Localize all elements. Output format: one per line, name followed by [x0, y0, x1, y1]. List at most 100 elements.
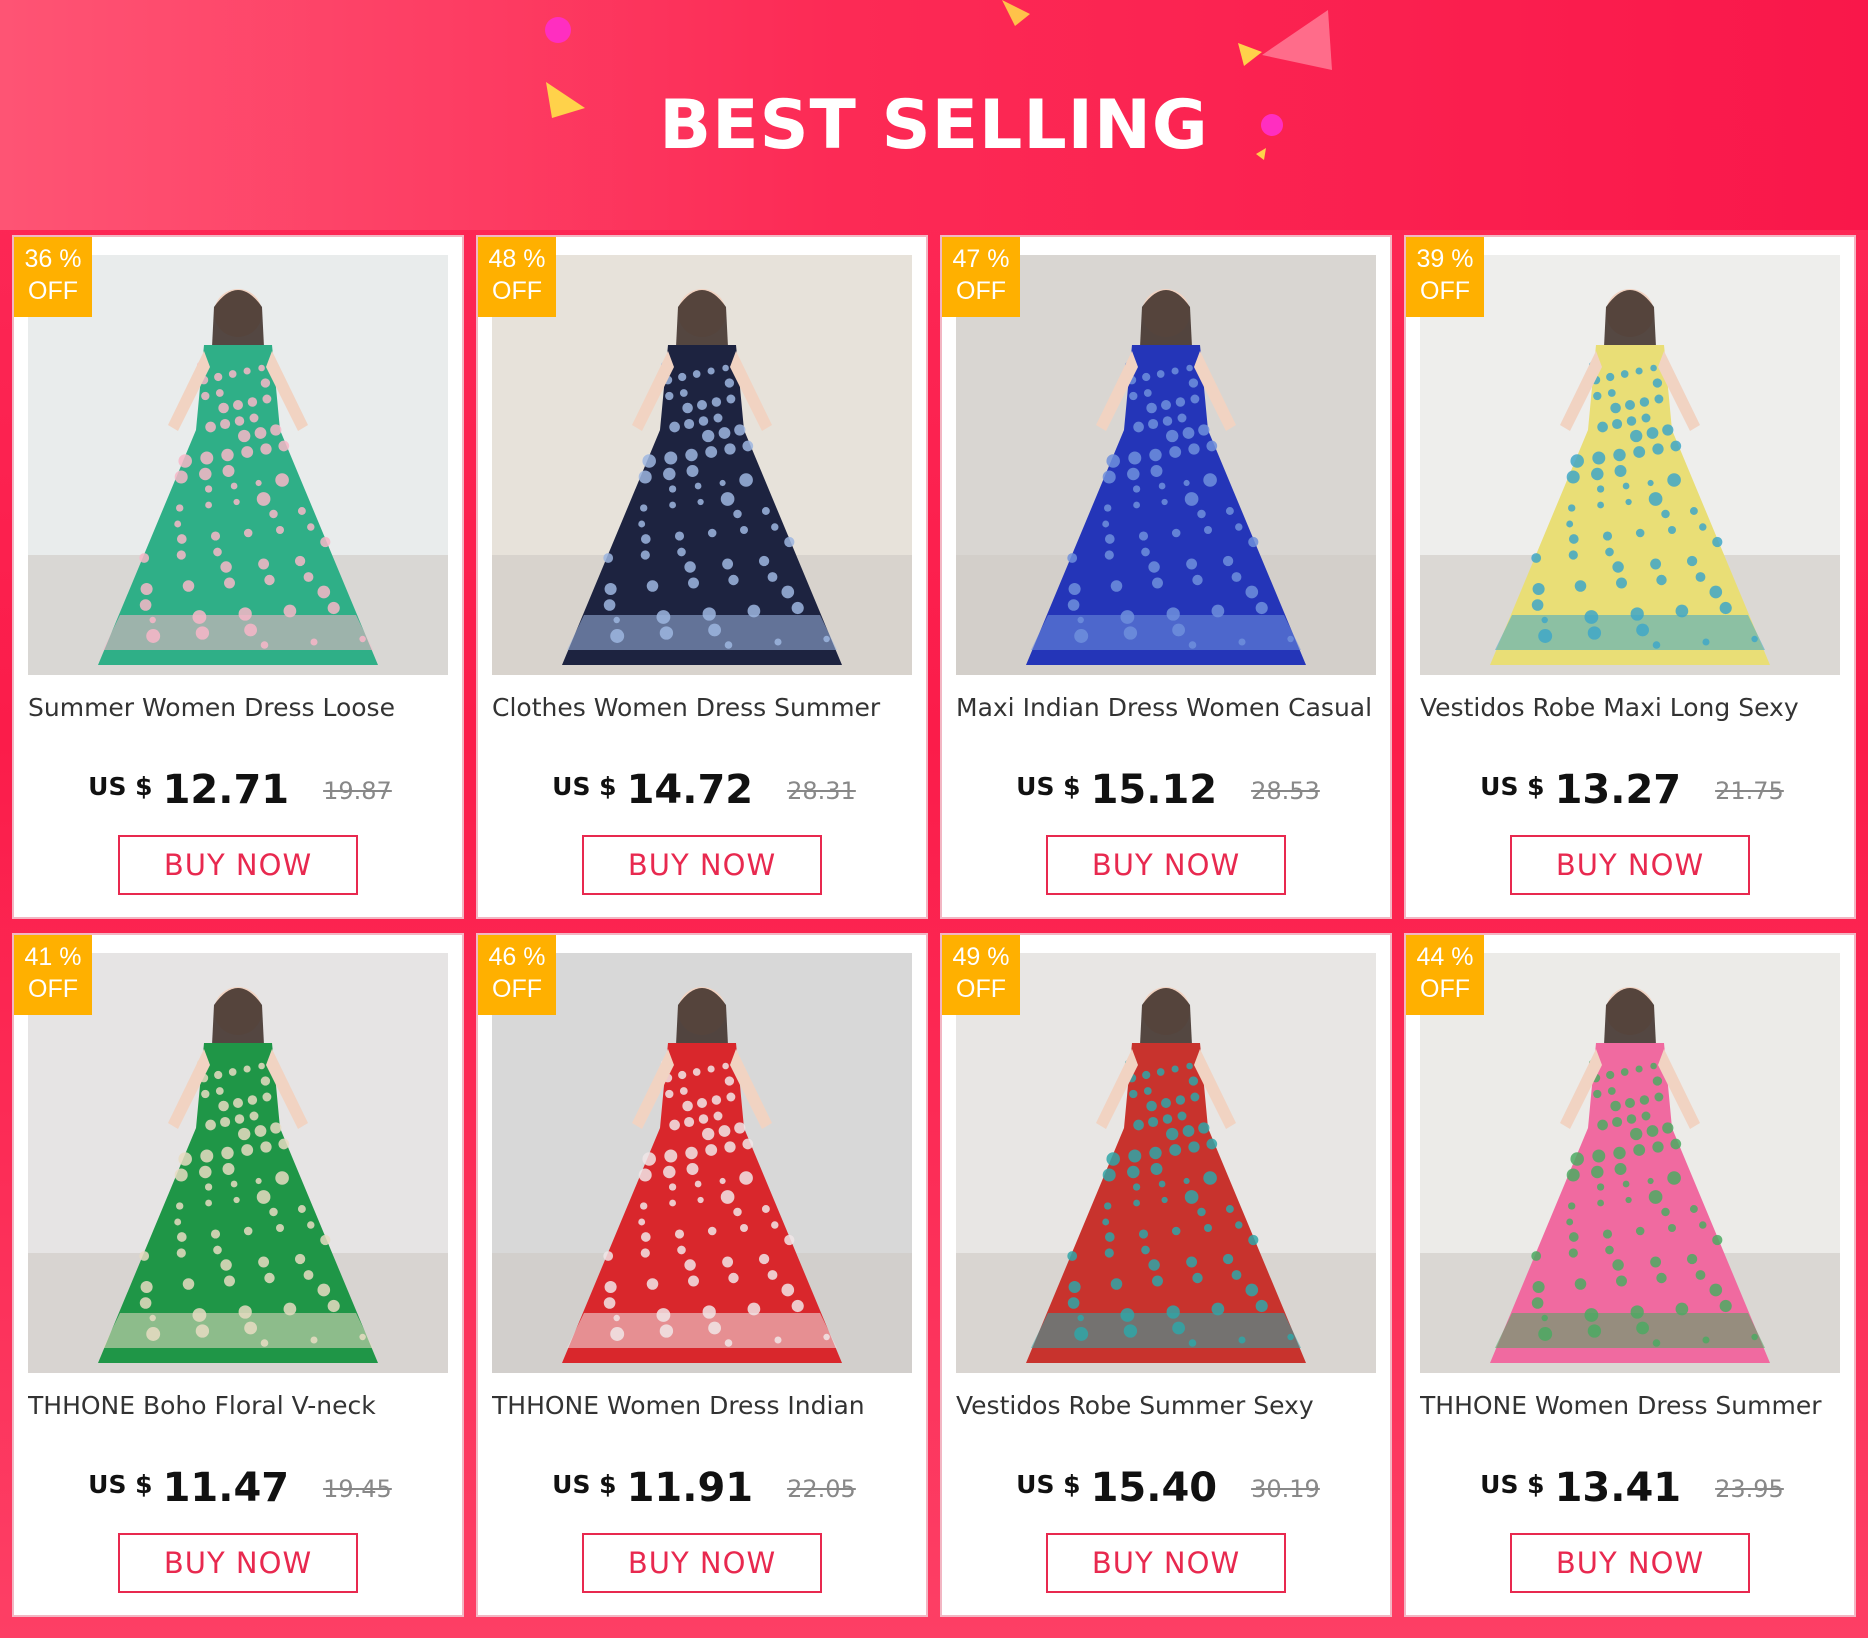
- dress-pattern-dot: [258, 558, 270, 570]
- sale-price: 15.12: [1090, 767, 1218, 813]
- buy-now-button[interactable]: BUY NOW: [118, 1533, 358, 1593]
- dress-pattern-dot: [220, 418, 231, 430]
- product-title[interactable]: Maxi Indian Dress Women Casual: [956, 692, 1380, 726]
- price-row: US $ 15.40 30.19: [942, 1465, 1394, 1515]
- dress-pattern-dot: [1231, 1270, 1242, 1280]
- dress-hem-band: [1031, 615, 1301, 650]
- dress-pattern-dot: [221, 448, 234, 462]
- buy-now-button[interactable]: BUY NOW: [1510, 1533, 1750, 1593]
- dress-pattern-dot: [726, 394, 736, 404]
- currency-label: US $: [1016, 1470, 1081, 1499]
- dress-pattern-dot: [1132, 1183, 1141, 1191]
- product-card[interactable]: 39 % OFF Vestidos Robe Maxi Long Sexy US…: [1404, 235, 1856, 919]
- dress-pattern-dot: [230, 1180, 238, 1188]
- dress-pattern-dot: [1661, 1207, 1670, 1217]
- dress-pattern-dot: [665, 1089, 674, 1099]
- dress-pattern-dot: [1597, 421, 1608, 433]
- dress-pattern-dot: [669, 1119, 680, 1131]
- dress-pattern-dot: [174, 1218, 182, 1226]
- price-row: US $ 14.72 28.31: [478, 767, 930, 817]
- product-card[interactable]: 46 % OFF THHONE Women Dress Indian US $ 1…: [476, 933, 928, 1617]
- buy-now-button[interactable]: BUY NOW: [1046, 1533, 1286, 1593]
- dress-pattern-dot: [697, 1196, 704, 1204]
- dress-pattern-dot: [1656, 574, 1667, 586]
- product-title[interactable]: Vestidos Robe Summer Sexy: [956, 1390, 1380, 1424]
- product-card[interactable]: 44 % OFF THHONE Women Dress Summer US $ 1…: [1404, 933, 1856, 1617]
- product-card[interactable]: 36 % OFF Summer Women Dress Loose US $ 12…: [12, 235, 464, 919]
- dress-pattern-dot: [1203, 473, 1217, 487]
- product-image[interactable]: [956, 953, 1376, 1373]
- product-title[interactable]: THHONE Boho Floral V-neck: [28, 1390, 452, 1424]
- dress-pattern-dot: [1630, 429, 1643, 443]
- dress-pattern-dot: [1102, 520, 1110, 528]
- product-title[interactable]: Vestidos Robe Maxi Long Sexy: [1420, 692, 1844, 726]
- buy-now-button[interactable]: BUY NOW: [1046, 835, 1286, 895]
- dress-pattern-dot: [784, 1234, 795, 1246]
- buy-now-button[interactable]: BUY NOW: [118, 835, 358, 895]
- dress-pattern-dot: [1602, 1229, 1613, 1239]
- dress-pattern-dot: [233, 498, 240, 506]
- dress-pattern-dot: [249, 413, 259, 423]
- discount-badge: 41 % OFF: [14, 935, 92, 1015]
- dress-pattern-dot: [698, 416, 709, 426]
- product-title[interactable]: THHONE Women Dress Summer: [1420, 1390, 1844, 1424]
- product-card[interactable]: 48 % OFF Clothes Women Dress Summer US $…: [476, 235, 928, 919]
- currency-label: US $: [552, 772, 617, 801]
- dress-pattern-dot: [176, 534, 187, 544]
- product-image[interactable]: [956, 255, 1376, 675]
- original-price: 28.53: [1251, 777, 1320, 805]
- buy-now-button[interactable]: BUY NOW: [1510, 835, 1750, 895]
- product-photo: [1420, 255, 1840, 675]
- dress-pattern-dot: [176, 1248, 186, 1258]
- product-image[interactable]: [492, 953, 912, 1373]
- original-price: 30.19: [1251, 1475, 1320, 1503]
- dress-pattern-dot: [218, 402, 229, 414]
- dress-pattern-dot: [1186, 364, 1193, 372]
- discount-percent: 47 %: [952, 245, 1010, 273]
- dress-pattern-dot: [222, 465, 235, 477]
- buy-now-button[interactable]: BUY NOW: [582, 1533, 822, 1593]
- dress-pattern-dot: [201, 1089, 210, 1099]
- dress-pattern-dot: [603, 1251, 614, 1261]
- dress-pattern-dot: [724, 1141, 736, 1153]
- product-image[interactable]: [1420, 953, 1840, 1373]
- product-card[interactable]: 47 % OFF Maxi Indian Dress Women Casual …: [940, 235, 1392, 919]
- dress-pattern-dot: [249, 1111, 259, 1121]
- dress-pattern-dot: [688, 577, 699, 589]
- dress-pattern-dot: [254, 1125, 267, 1137]
- dress-pattern-dot: [1652, 378, 1663, 388]
- discount-badge: 44 % OFF: [1406, 935, 1484, 1015]
- product-card[interactable]: 41 % OFF THHONE Boho Floral V-neck US $ 1…: [12, 933, 464, 1617]
- dress-pattern-dot: [1192, 574, 1203, 586]
- product-title[interactable]: Clothes Women Dress Summer: [492, 692, 916, 726]
- dress-pattern-dot: [1248, 1234, 1259, 1246]
- dress-pattern-dot: [642, 454, 656, 468]
- product-image[interactable]: [492, 255, 912, 675]
- discount-percent: 46 %: [488, 943, 546, 971]
- dress-pattern-dot: [726, 1092, 736, 1102]
- dress-pattern-dot: [733, 509, 742, 519]
- product-title[interactable]: Summer Women Dress Loose: [28, 692, 452, 726]
- dress-pattern-dot: [262, 1092, 272, 1102]
- dress-pattern-dot: [719, 479, 726, 487]
- page-title: BEST SELLING: [659, 86, 1209, 165]
- dress-pattern-dot: [1182, 1125, 1195, 1137]
- dress-pattern-dot: [1204, 526, 1212, 534]
- dress-pattern-dot: [1612, 1116, 1623, 1128]
- dress-pattern-dot: [1639, 397, 1650, 407]
- product-card[interactable]: 49 % OFF Vestidos Robe Summer Sexy US $ 1…: [940, 933, 1392, 1617]
- dress-pattern-dot: [603, 553, 614, 563]
- dress-pattern-dot: [176, 1232, 187, 1242]
- dress-pattern-dot: [294, 1253, 306, 1265]
- dress-pattern-dot: [697, 400, 707, 410]
- buy-now-button[interactable]: BUY NOW: [582, 835, 822, 895]
- product-image[interactable]: [28, 953, 448, 1373]
- currency-label: US $: [1480, 772, 1545, 801]
- dress-pattern-dot: [241, 446, 254, 458]
- dress-pattern-dot: [317, 1283, 331, 1297]
- product-image[interactable]: [28, 255, 448, 675]
- dress-pattern-dot: [297, 1205, 306, 1213]
- product-title[interactable]: THHONE Women Dress Indian: [492, 1390, 916, 1424]
- product-image[interactable]: [1420, 255, 1840, 675]
- dress-pattern-dot: [1235, 1221, 1243, 1229]
